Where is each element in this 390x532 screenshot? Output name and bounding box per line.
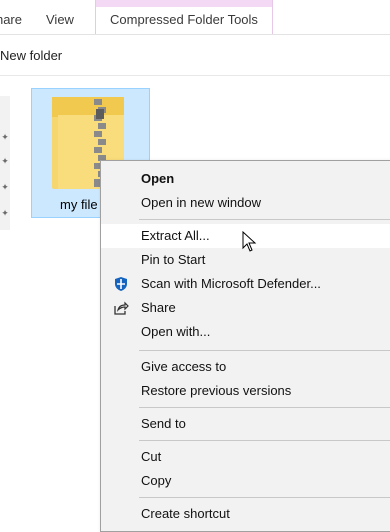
tab-compressed-folder-tools[interactable]: Compressed Folder Tools (95, 0, 273, 34)
new-folder-button[interactable]: New folder (0, 35, 62, 75)
menu-item-copy[interactable]: Copy (101, 469, 390, 493)
menu-item-cut[interactable]: Cut (101, 445, 390, 469)
navigation-pane[interactable]: ✦ ✦ ✦ ✦ (0, 96, 10, 230)
menu-item-share[interactable]: Share (101, 296, 390, 320)
pin-icon[interactable]: ✦ (0, 156, 10, 166)
menu-separator (139, 350, 390, 351)
menu-separator (139, 440, 390, 441)
mouse-cursor-icon (242, 231, 257, 252)
menu-item-open-in-new-window[interactable]: Open in new window (101, 191, 390, 215)
pin-icon[interactable]: ✦ (0, 208, 10, 218)
menu-item-send-to[interactable]: Send to (101, 412, 390, 436)
menu-separator (139, 497, 390, 498)
ribbon-tabs: Share View Compressed Folder Tools (0, 0, 390, 35)
pin-icon[interactable]: ✦ (0, 182, 10, 192)
menu-item-restore-previous-versions[interactable]: Restore previous versions (101, 379, 390, 403)
menu-item-scan-with-defender[interactable]: Scan with Microsoft Defender... (101, 272, 390, 296)
tab-share[interactable]: Share (0, 0, 22, 34)
tab-view[interactable]: View (46, 0, 74, 34)
menu-separator (139, 407, 390, 408)
menu-item-give-access-to[interactable]: Give access to (101, 355, 390, 379)
toolbar: New folder (0, 35, 390, 76)
menu-separator (139, 219, 390, 220)
menu-item-open-with[interactable]: Open with... (101, 320, 390, 344)
context-menu: Open Open in new window Extract All... P… (100, 160, 390, 532)
menu-item-open[interactable]: Open (101, 167, 390, 191)
share-icon (114, 301, 129, 315)
pin-icon[interactable]: ✦ (0, 132, 10, 142)
defender-shield-icon (115, 277, 127, 291)
menu-item-create-shortcut[interactable]: Create shortcut (101, 502, 390, 526)
